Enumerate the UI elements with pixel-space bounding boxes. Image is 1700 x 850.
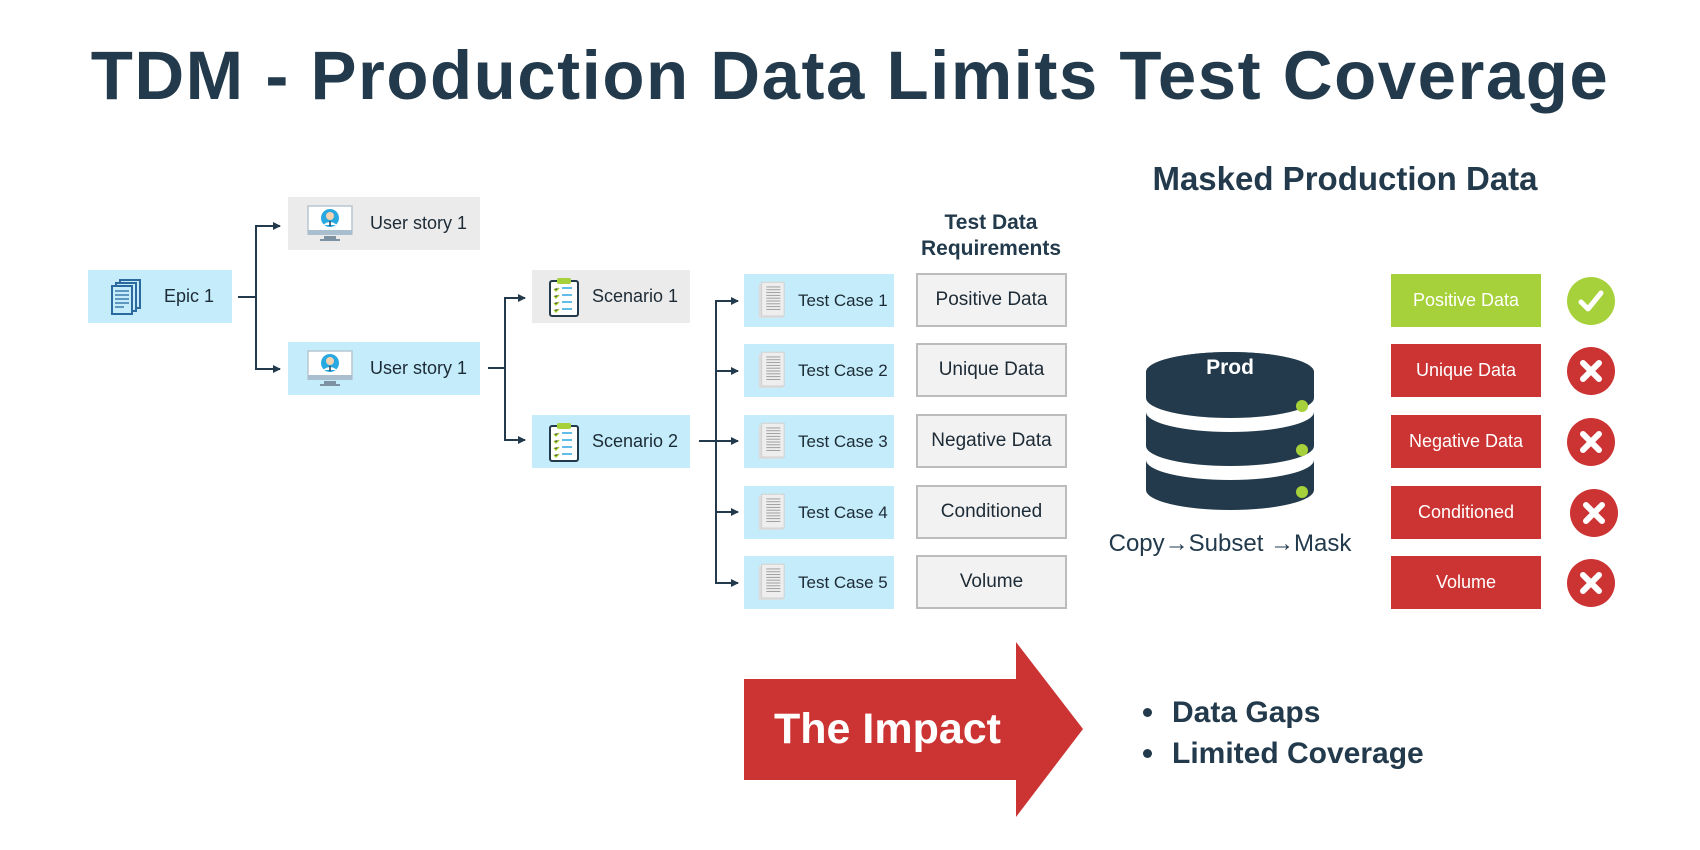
requirement-box: Conditioned [916,485,1067,539]
test-case-label: Test Case 1 [798,290,888,310]
document-icon [758,422,785,459]
user-story-node: User story 1 [288,342,480,395]
bullet-text: Data Gaps [1172,695,1321,729]
scenario-label: Scenario 1 [592,286,679,306]
bullet-icon [1143,749,1152,758]
test-case-label: Test Case 2 [798,360,888,380]
status-led [1296,486,1308,498]
impact-bullets: Data Gaps Limited Coverage [1140,692,1424,774]
result-box-pass: Positive Data [1391,274,1541,327]
document-icon [758,493,785,530]
requirement-box: Positive Data [916,273,1067,327]
requirements-heading: Test Data Requirements [900,210,1082,262]
requirement-box: Negative Data [916,414,1067,468]
clipboard-checklist-icon [549,422,579,462]
status-led [1296,400,1308,412]
requirements-heading-line2: Requirements [920,237,1062,260]
epic-node: Epic 1 [88,270,232,323]
user-story-node: User story 1 [288,197,480,250]
test-case-label: Test Case 5 [798,572,888,592]
scenario-label: Scenario 2 [592,431,679,451]
test-case-node: Test Case 5 [744,556,894,609]
test-case-node: Test Case 3 [744,415,894,468]
bullet-text: Limited Coverage [1172,736,1424,770]
result-box-fail: Conditioned [1391,486,1541,539]
check-icon [1567,277,1615,325]
bullet-icon [1143,708,1152,717]
test-case-node: Test Case 2 [744,344,894,397]
requirement-box: Volume [916,555,1067,609]
bullet-item: Data Gaps [1140,692,1424,733]
x-icon [1567,559,1615,607]
epic-label: Epic 1 [164,286,215,306]
document-icon [758,351,785,388]
test-case-node: Test Case 1 [744,274,894,327]
documents-icon [111,278,141,315]
status-led [1296,444,1308,456]
user-monitor-icon [307,204,353,241]
x-icon [1570,489,1618,537]
process-step-copy: Copy [1108,530,1165,557]
masked-heading: Masked Production Data [1152,160,1538,197]
requirement-box: Unique Data [916,343,1067,397]
scenario-node: Scenario 1 [532,270,690,323]
test-case-label: Test Case 4 [798,502,888,522]
process-caption: Copy→Subset →Mask [1090,530,1370,558]
clipboard-checklist-icon [549,277,579,317]
user-story-label: User story 1 [370,358,468,378]
scenario-node: Scenario 2 [532,415,690,468]
document-icon [758,563,785,600]
user-story-label: User story 1 [370,213,468,233]
x-icon [1567,347,1615,395]
arrow-right-icon: → [1270,530,1295,557]
result-box-fail: Volume [1391,556,1541,609]
document-icon [758,281,785,318]
user-monitor-icon [307,349,353,386]
result-box-fail: Unique Data [1391,344,1541,397]
test-case-label: Test Case 3 [798,431,888,451]
test-case-node: Test Case 4 [744,486,894,539]
impact-label: The Impact [774,705,1001,753]
x-icon [1567,418,1615,466]
process-step-subset: Subset [1188,530,1264,557]
requirements-heading-line1: Test Data [944,211,1038,234]
database-label: Prod [1206,356,1254,379]
process-step-mask: Mask [1294,530,1352,557]
arrow-right-icon: → [1164,530,1189,557]
bullet-item: Limited Coverage [1140,733,1424,774]
result-box-fail: Negative Data [1391,415,1541,468]
